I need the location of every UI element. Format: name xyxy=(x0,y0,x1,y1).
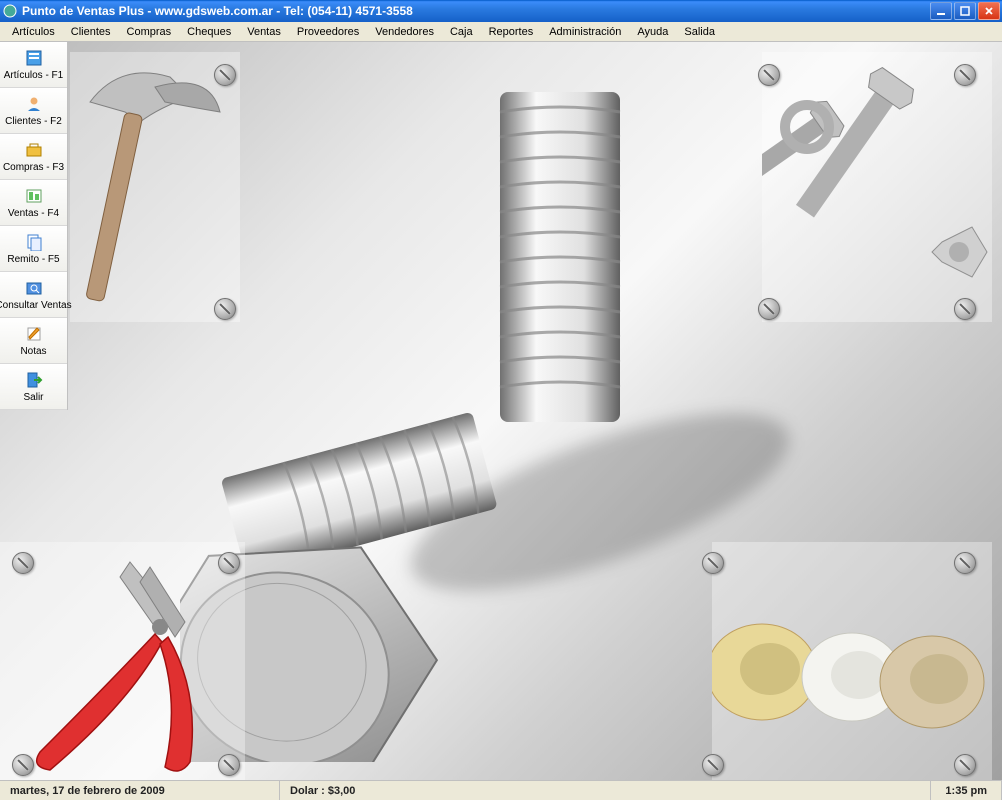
menu-vendedores[interactable]: Vendedores xyxy=(367,24,442,40)
menu-ventas[interactable]: Ventas xyxy=(239,24,289,40)
notas-icon xyxy=(24,324,44,344)
screw-decor-icon xyxy=(758,64,780,86)
menu-caja[interactable]: Caja xyxy=(442,24,481,40)
toolbar-ventas[interactable]: Ventas - F4 xyxy=(0,180,67,226)
ventas-icon xyxy=(24,186,44,206)
menu-administracion[interactable]: Administración xyxy=(541,24,629,40)
compras-icon xyxy=(24,140,44,160)
screw-decor-icon xyxy=(218,552,240,574)
menu-cheques[interactable]: Cheques xyxy=(179,24,239,40)
statusbar: martes, 17 de febrero de 2009 Dolar : $3… xyxy=(0,780,1002,800)
toolbar-clientes[interactable]: Clientes - F2 xyxy=(0,88,67,134)
menu-articulos[interactable]: Artículos xyxy=(4,24,63,40)
menu-clientes[interactable]: Clientes xyxy=(63,24,119,40)
toolbar-label: Salir xyxy=(23,392,43,403)
screw-decor-icon xyxy=(758,298,780,320)
toolbar-label: Notas xyxy=(20,346,46,357)
window-titlebar: Punto de Ventas Plus - www.gdsweb.com.ar… xyxy=(0,0,1002,22)
maximize-button[interactable] xyxy=(954,2,976,20)
tape-rolls-icon xyxy=(712,542,992,780)
toolbar-compras[interactable]: Compras - F3 xyxy=(0,134,67,180)
screw-decor-icon xyxy=(218,754,240,776)
screw-decor-icon xyxy=(702,552,724,574)
remito-icon xyxy=(24,232,44,252)
bolts-nuts-icon xyxy=(762,52,992,322)
menu-ayuda[interactable]: Ayuda xyxy=(629,24,676,40)
toolbar-consultar-ventas[interactable]: Consultar Ventas xyxy=(0,272,67,318)
toolbar-label: Artículos - F1 xyxy=(4,70,63,81)
screw-decor-icon xyxy=(702,754,724,776)
hammer-icon xyxy=(70,52,240,322)
salir-icon xyxy=(24,370,44,390)
screw-decor-icon xyxy=(12,552,34,574)
toolbar-label: Ventas - F4 xyxy=(8,208,59,219)
overlay-tape xyxy=(712,542,992,780)
app-icon xyxy=(2,3,18,19)
screw-decor-icon xyxy=(214,64,236,86)
toolbar-label: Consultar Ventas xyxy=(0,300,72,311)
toolbar-label: Remito - F5 xyxy=(7,254,59,265)
toolbar-salir[interactable]: Salir xyxy=(0,364,67,410)
consultar-icon xyxy=(24,278,44,298)
screw-decor-icon xyxy=(954,552,976,574)
toolbar-label: Clientes - F2 xyxy=(5,116,62,127)
menu-compras[interactable]: Compras xyxy=(119,24,180,40)
left-toolbar: Artículos - F1 Clientes - F2 Compras - F… xyxy=(0,42,68,410)
menu-reportes[interactable]: Reportes xyxy=(481,24,542,40)
overlay-pliers xyxy=(0,542,245,780)
toolbar-notas[interactable]: Notas xyxy=(0,318,67,364)
workspace-background: Artículos - F1 Clientes - F2 Compras - F… xyxy=(0,42,1002,780)
screw-decor-icon xyxy=(214,298,236,320)
overlay-hammer xyxy=(70,52,240,322)
pliers-icon xyxy=(0,542,245,780)
statusbar-dolar: Dolar : $3,00 xyxy=(280,781,931,800)
articulos-icon xyxy=(24,48,44,68)
screw-decor-icon xyxy=(12,754,34,776)
screw-decor-icon xyxy=(954,298,976,320)
menu-salida[interactable]: Salida xyxy=(676,24,723,40)
statusbar-time: 1:35 pm xyxy=(931,781,1002,800)
toolbar-articulos[interactable]: Artículos - F1 xyxy=(0,42,67,88)
overlay-bolts xyxy=(762,52,992,322)
menu-proveedores[interactable]: Proveedores xyxy=(289,24,367,40)
menubar: Artículos Clientes Compras Cheques Venta… xyxy=(0,22,1002,42)
window-title: Punto de Ventas Plus - www.gdsweb.com.ar… xyxy=(22,4,930,18)
screw-decor-icon xyxy=(954,64,976,86)
minimize-button[interactable] xyxy=(930,2,952,20)
screw-decor-icon xyxy=(954,754,976,776)
statusbar-date: martes, 17 de febrero de 2009 xyxy=(0,781,280,800)
close-button[interactable] xyxy=(978,2,1000,20)
clientes-icon xyxy=(24,94,44,114)
toolbar-remito[interactable]: Remito - F5 xyxy=(0,226,67,272)
toolbar-label: Compras - F3 xyxy=(3,162,64,173)
